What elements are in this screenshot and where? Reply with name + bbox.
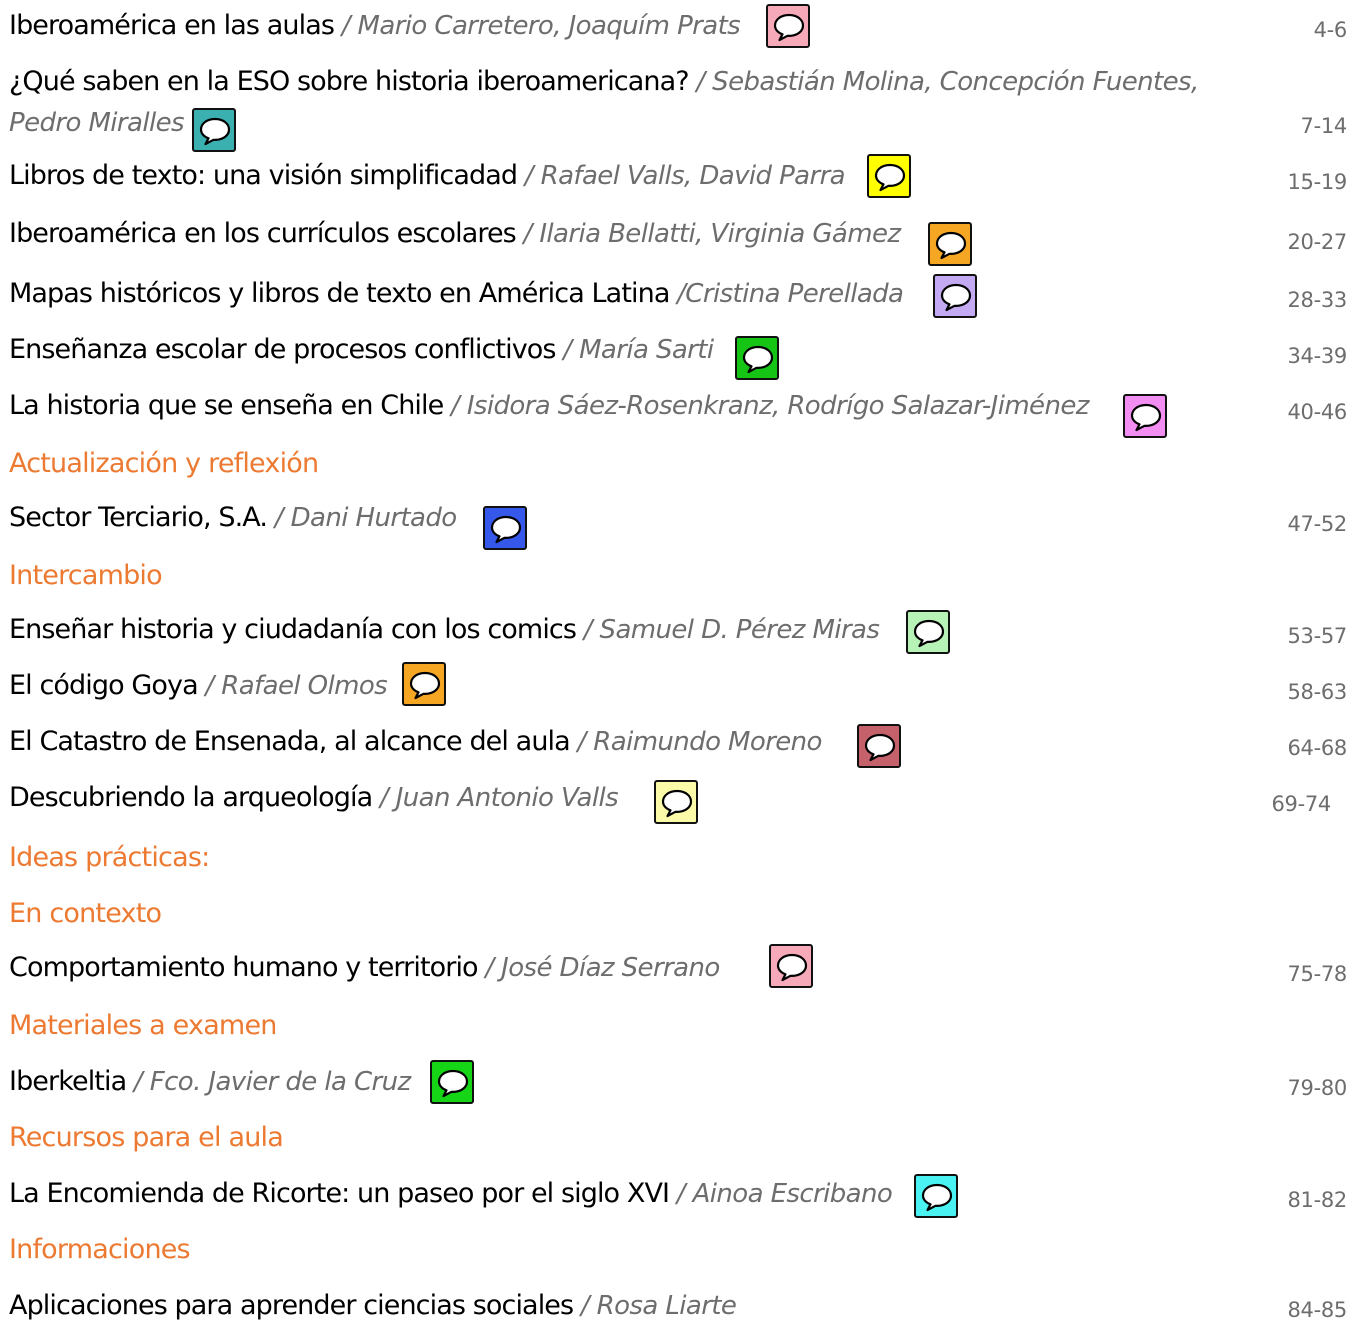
entry-author: / Rafael Olmos xyxy=(197,671,388,701)
toc-entry[interactable]: Iberkeltia / Fco. Javier de la Cruz 79-8… xyxy=(9,1058,1367,1114)
entry-title[interactable]: Iberkeltia xyxy=(9,1066,127,1097)
entry-author: / Rosa Liarte xyxy=(573,1291,737,1321)
section-heading: Ideas prácticas: xyxy=(9,842,210,873)
entry-title[interactable]: Aplicaciones para aprender ciencias soci… xyxy=(9,1290,574,1321)
toc-entry[interactable]: Comportamiento humano y territorio / Jos… xyxy=(9,944,1367,1002)
comment-icon[interactable] xyxy=(1123,394,1167,438)
section-heading: En contexto xyxy=(9,898,162,929)
entry-pages: 84-85 xyxy=(1287,1298,1347,1322)
entry-author: / Ainoa Escribano xyxy=(669,1179,893,1209)
entry-pages: 4-6 xyxy=(1313,18,1348,42)
entry-pages: 53-57 xyxy=(1287,624,1347,648)
entry-title[interactable]: Iberoamérica en las aulas xyxy=(9,10,335,41)
comment-icon[interactable] xyxy=(867,154,911,198)
entry-author: / José Díaz Serrano xyxy=(477,953,720,983)
entry-author: / María Sarti xyxy=(555,335,714,365)
entry-author: / Isidora Sáez-Rosenkranz, Rodrígo Salaz… xyxy=(443,391,1089,421)
entry-title[interactable]: La Encomienda de Ricorte: un paseo por e… xyxy=(9,1178,670,1209)
toc-entry[interactable]: El código Goya / Rafael Olmos 58-63 xyxy=(9,662,1367,722)
toc-entry[interactable]: Iberoamérica en las aulas / Mario Carret… xyxy=(9,4,1367,60)
entry-title[interactable]: ¿Qué saben en la ESO sobre historia iber… xyxy=(9,66,690,97)
toc-entry[interactable]: El Catastro de Ensenada, al alcance del … xyxy=(9,722,1367,778)
entry-pages: 79-80 xyxy=(1287,1076,1347,1100)
entry-author: / Sebastián Molina, Concepción Fuentes, xyxy=(688,67,1199,97)
entry-title[interactable]: Iberoamérica en los currículos escolares xyxy=(9,218,517,249)
entry-author: / Juan Antonio Valls xyxy=(372,783,619,813)
comment-icon[interactable] xyxy=(483,506,527,550)
toc-entry[interactable]: ¿Qué saben en la ESO sobre historia iber… xyxy=(9,62,1367,158)
comment-icon[interactable] xyxy=(735,336,779,380)
entry-pages: 81-82 xyxy=(1287,1188,1347,1212)
entry-pages: 15-19 xyxy=(1287,170,1347,194)
entry-title[interactable]: Sector Terciario, S.A. xyxy=(9,502,268,533)
entry-pages: 34-39 xyxy=(1287,344,1347,368)
entry-pages: 58-63 xyxy=(1287,680,1347,704)
toc-entry[interactable]: Aplicaciones para aprender ciencias soci… xyxy=(9,1284,1367,1323)
entry-title[interactable]: La historia que se enseña en Chile xyxy=(9,390,444,421)
section-heading: Informaciones xyxy=(9,1234,191,1265)
comment-icon[interactable] xyxy=(906,610,950,654)
entry-title[interactable]: Libros de texto: una visión simplificada… xyxy=(9,160,518,191)
entry-pages: 40-46 xyxy=(1287,400,1347,424)
entry-title[interactable]: Mapas históricos y libros de texto en Am… xyxy=(9,278,670,309)
entry-author: / Raimundo Moreno xyxy=(569,727,822,757)
toc-entry[interactable]: Enseñanza escolar de procesos conflictiv… xyxy=(9,330,1367,386)
entry-pages: 75-78 xyxy=(1287,962,1347,986)
entry-author: / Dani Hurtado xyxy=(267,503,457,533)
entry-title[interactable]: Descubriendo la arqueología xyxy=(9,782,373,813)
comment-icon[interactable] xyxy=(766,4,810,48)
toc-entry[interactable]: Enseñar historia y ciudadanía con los co… xyxy=(9,610,1367,666)
section-heading: Actualización y reflexión xyxy=(9,448,319,479)
entry-pages: 28-33 xyxy=(1287,288,1347,312)
comment-icon[interactable] xyxy=(192,108,236,152)
toc-entry[interactable]: Libros de texto: una visión simplificada… xyxy=(9,154,1367,210)
entry-author: / Ilaria Bellatti, Virginia Gámez xyxy=(515,219,902,249)
comment-icon[interactable] xyxy=(769,944,813,988)
entry-title[interactable]: Enseñanza escolar de procesos conflictiv… xyxy=(9,334,556,365)
entry-pages: 47-52 xyxy=(1287,512,1347,536)
toc-entry[interactable]: La Encomienda de Ricorte: un paseo por e… xyxy=(9,1170,1367,1226)
entry-author: / Fco. Javier de la Cruz xyxy=(126,1067,411,1097)
toc-entry[interactable]: Iberoamérica en los currículos escolares… xyxy=(9,214,1367,270)
comment-icon[interactable] xyxy=(914,1174,958,1218)
entry-pages: 20-27 xyxy=(1287,230,1347,254)
entry-title[interactable]: Comportamiento humano y territorio xyxy=(9,952,479,983)
comment-icon[interactable] xyxy=(654,780,698,824)
entry-pages: 69-74 xyxy=(1271,792,1331,816)
entry-title[interactable]: El código Goya xyxy=(9,670,199,701)
section-heading: Intercambio xyxy=(9,560,163,591)
toc-entry[interactable]: Mapas históricos y libros de texto en Am… xyxy=(9,274,1367,330)
toc-entry[interactable]: Sector Terciario, S.A. / Dani Hurtado 47… xyxy=(9,498,1367,554)
entry-author: Pedro Miralles xyxy=(9,108,185,138)
section-heading: Recursos para el aula xyxy=(9,1122,284,1153)
comment-icon[interactable] xyxy=(933,274,977,318)
entry-author: / Samuel D. Pérez Miras xyxy=(576,615,880,645)
comment-icon[interactable] xyxy=(430,1060,474,1104)
toc-entry[interactable]: La historia que se enseña en Chile / Isi… xyxy=(9,386,1367,442)
entry-pages: 7-14 xyxy=(1300,114,1348,138)
entry-author: / Rafael Valls, David Parra xyxy=(517,161,846,191)
comment-icon[interactable] xyxy=(402,662,446,706)
entry-pages: 64-68 xyxy=(1287,736,1347,760)
entry-title[interactable]: El Catastro de Ensenada, al alcance del … xyxy=(9,726,571,757)
comment-icon[interactable] xyxy=(928,222,972,266)
entry-author: /Cristina Perellada xyxy=(669,279,904,309)
comment-icon[interactable] xyxy=(857,724,901,768)
toc-entry[interactable]: Descubriendo la arqueología / Juan Anton… xyxy=(9,778,1367,834)
entry-author: / Mario Carretero, Joaquím Prats xyxy=(334,11,741,41)
entry-title[interactable]: Enseñar historia y ciudadanía con los co… xyxy=(9,614,577,645)
section-heading: Materiales a examen xyxy=(9,1010,277,1041)
